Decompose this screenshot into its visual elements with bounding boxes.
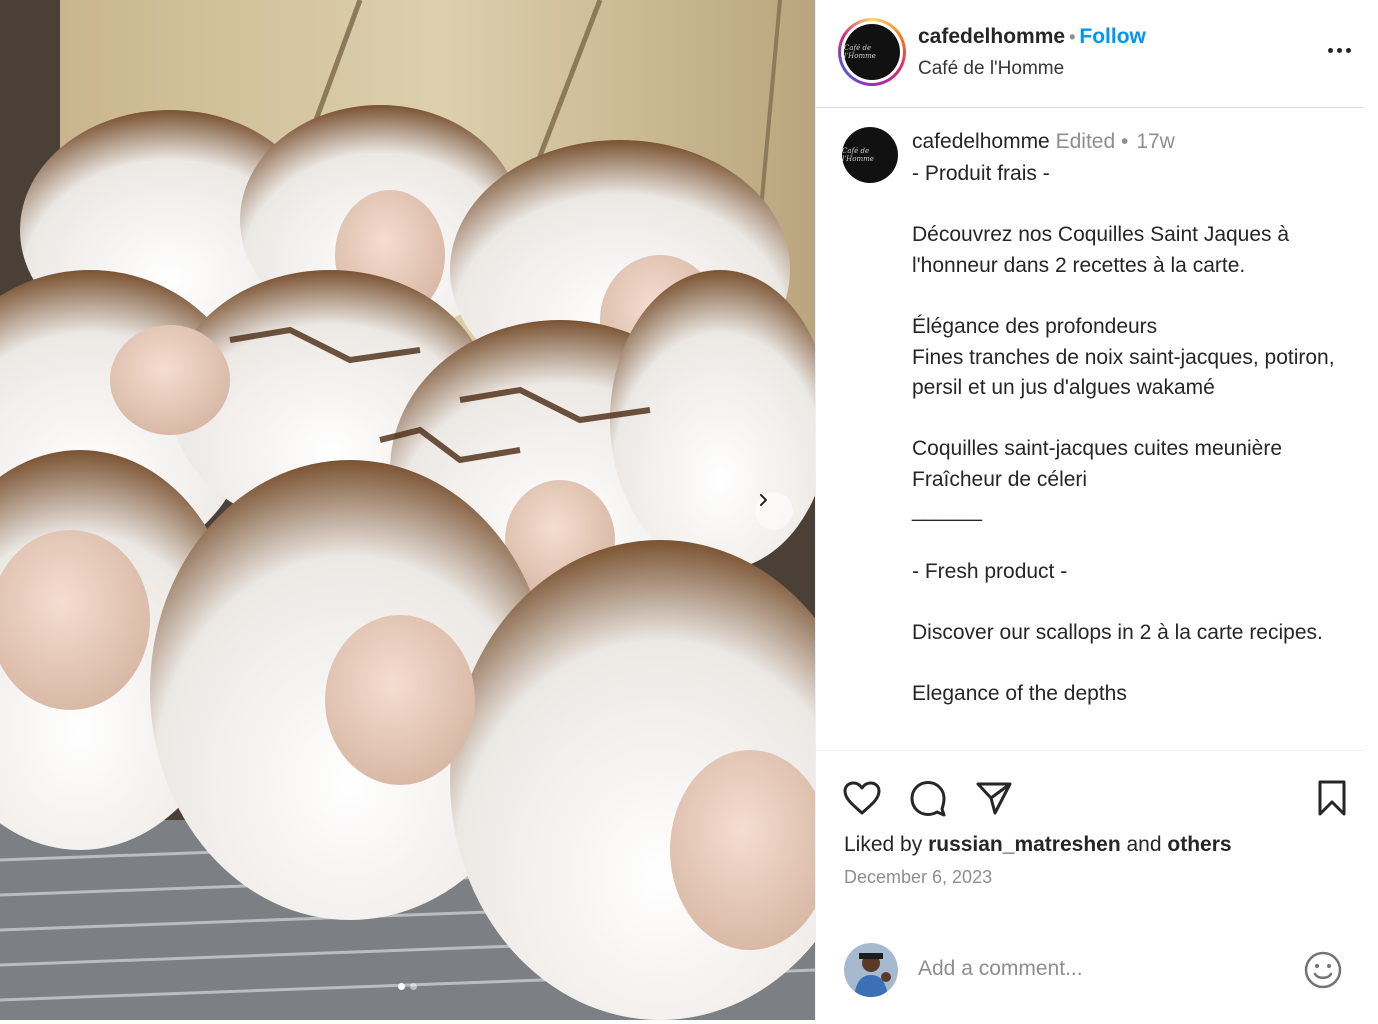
divider xyxy=(816,750,1364,751)
more-options-icon[interactable] xyxy=(1324,40,1354,60)
scallops-image xyxy=(0,0,815,1020)
post-details-panel: Café de l'Homme cafedelhomme • Follow Café… xyxy=(815,0,1378,1020)
avatar-logo-text: Café de l'Homme xyxy=(844,44,876,60)
caption-line: - Fresh product - xyxy=(912,559,1068,583)
caption-line: Élégance des profondeurs xyxy=(912,314,1158,338)
caption-line: Discover our scallops in 2 à la carte re… xyxy=(912,620,1323,644)
edited-label: Edited • xyxy=(1055,130,1129,153)
post-header: Café de l'Homme cafedelhomme • Follow Café… xyxy=(816,0,1364,108)
like-button[interactable] xyxy=(840,776,884,820)
instagram-post: Café de l'Homme cafedelhomme • Follow Café… xyxy=(0,0,1378,1024)
caption-line: - Produit frais - xyxy=(912,162,1050,185)
caption-line: Elegance of the depths xyxy=(912,682,1127,706)
caption-username-link[interactable]: cafedelhomme xyxy=(912,130,1050,153)
emoji-button[interactable] xyxy=(1302,949,1344,991)
avatar-logo-text: Café de l'Homme xyxy=(842,147,874,163)
post-photo[interactable] xyxy=(0,0,815,1020)
carousel-indicator xyxy=(0,983,815,990)
likes-summary: Liked by russian_matreshen and others xyxy=(844,833,1232,857)
liked-by-user-link[interactable]: russian_matreshen xyxy=(928,833,1121,856)
caption-line: Découvrez nos Coquilles Saint Jaques à l… xyxy=(912,223,1290,277)
caption-header: cafedelhomme Edited • 17w xyxy=(912,130,1175,154)
save-button[interactable] xyxy=(1310,776,1354,820)
share-icon xyxy=(976,782,1012,815)
post-time-ago[interactable]: 17w xyxy=(1136,130,1175,153)
post-date[interactable]: December 6, 2023 xyxy=(844,867,992,888)
caption-line: ______ xyxy=(912,498,983,522)
caption-line: Coquilles saint-jacques cuites meunière xyxy=(912,437,1283,461)
caption-line: Fines tranches de noix saint-jacques, po… xyxy=(912,345,1335,400)
comment-bar xyxy=(816,920,1364,1020)
carousel-dot-active xyxy=(398,983,405,990)
carousel-dot xyxy=(410,983,417,990)
post-actions-bar xyxy=(840,776,1356,820)
comment-icon xyxy=(910,781,946,817)
carousel-next-button[interactable] xyxy=(755,492,793,530)
comment-button[interactable] xyxy=(906,776,950,820)
author-username-link[interactable]: cafedelhomme xyxy=(918,25,1065,48)
share-button[interactable] xyxy=(972,776,1016,820)
heart-icon xyxy=(843,781,881,815)
caption-author-avatar[interactable]: Café de l'Homme xyxy=(842,127,898,183)
emoji-icon xyxy=(1304,951,1342,989)
author-avatar-ring[interactable]: Café de l'Homme xyxy=(838,18,906,86)
header-separator: • xyxy=(1069,27,1076,47)
bookmark-icon xyxy=(1318,780,1346,816)
likes-conjunction: and xyxy=(1126,833,1162,856)
comment-input[interactable] xyxy=(918,951,1288,987)
author-display-name[interactable]: Café de l'Homme xyxy=(918,58,1064,80)
author-avatar: Café de l'Homme xyxy=(844,24,900,80)
caption-line: Fraîcheur de céleri xyxy=(912,467,1088,491)
post-caption: Café de l'Homme cafedelhomme Edited • 17w… xyxy=(816,109,1364,750)
chevron-right-icon xyxy=(760,494,767,506)
liked-by-others-link[interactable]: others xyxy=(1167,833,1231,856)
caption-text: - Produit frais - Découvrez nos Coquilles… xyxy=(912,159,1352,710)
current-user-avatar xyxy=(844,943,898,997)
header-username-row: cafedelhomme • Follow xyxy=(918,25,1146,49)
likes-prefix: Liked by xyxy=(844,833,923,856)
follow-button[interactable]: Follow xyxy=(1079,25,1146,48)
